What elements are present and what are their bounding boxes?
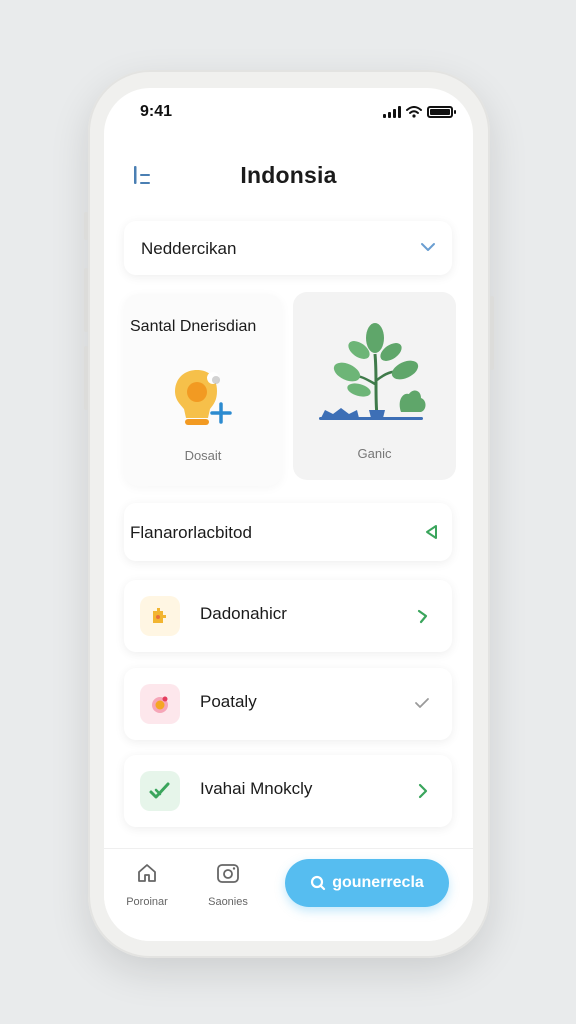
list-item-label: Poataly	[200, 692, 257, 711]
check-icon	[149, 782, 170, 799]
tile-title: Santal Dnerisdian	[130, 318, 257, 335]
list-item[interactable]: Ivahai Mnokcly	[124, 755, 452, 827]
header: Indonsia	[104, 148, 473, 198]
screen: 9:41 Indonsia Neddercikan Santal Dnerisd…	[104, 88, 473, 941]
side-button	[84, 268, 88, 332]
tile-caption: Ganic	[357, 446, 392, 461]
wifi-icon	[406, 106, 422, 118]
plant-icon	[319, 323, 426, 420]
chevron-left-icon	[426, 525, 437, 539]
list-item[interactable]: Dadonahicr	[124, 580, 452, 652]
signal-icon	[383, 106, 401, 118]
primary-action-button[interactable]: gounerrecla	[285, 859, 449, 907]
bottom-tab-bar: Poroinar Saonies gounerrecla	[104, 848, 473, 941]
feature-tile-right[interactable]: Ganic	[293, 292, 456, 480]
list-item-icon-box	[140, 684, 180, 724]
camera-icon	[217, 864, 239, 883]
tab-saonies[interactable]: Saonies	[198, 861, 258, 908]
chevron-icon	[415, 698, 429, 708]
tile-caption: Dosait	[184, 448, 222, 463]
lightbulb-icon	[175, 370, 232, 425]
location-dropdown[interactable]: Neddercikan	[124, 221, 452, 275]
chevron-down-icon	[421, 243, 435, 251]
record-icon	[152, 696, 168, 713]
list-item[interactable]: Poataly	[124, 668, 452, 740]
tab-label: Saonies	[208, 896, 248, 908]
section-header[interactable]: Flanarorlacbitod	[124, 503, 452, 561]
side-button	[490, 296, 494, 370]
tab-label: Poroinar	[126, 896, 168, 908]
chevron-right-icon	[418, 783, 428, 799]
puzzle-icon	[153, 608, 166, 623]
chevron-right-icon	[417, 609, 428, 624]
search-icon	[311, 875, 326, 891]
status-time: 9:41	[140, 103, 173, 120]
side-button	[84, 346, 88, 410]
page-title: Indonsia	[240, 162, 337, 188]
tab-home[interactable]: Poroinar	[117, 861, 177, 908]
list-item-label: Dadonahicr	[200, 604, 287, 623]
section-label: Flanarorlacbitod	[130, 523, 252, 542]
list-item-icon-box	[140, 771, 180, 811]
status-bar: 9:41	[104, 88, 473, 136]
side-button	[84, 212, 88, 240]
feature-tile-left[interactable]: Santal Dnerisdian Dosait	[124, 294, 282, 486]
list-item-label: Ivahai Mnokcly	[200, 779, 313, 798]
home-icon	[138, 864, 156, 882]
dropdown-label: Neddercikan	[141, 239, 237, 258]
status-icons	[383, 106, 456, 118]
cta-label: gounerrecla	[332, 874, 424, 891]
list-item-icon-box	[140, 596, 180, 636]
battery-icon	[427, 106, 456, 118]
